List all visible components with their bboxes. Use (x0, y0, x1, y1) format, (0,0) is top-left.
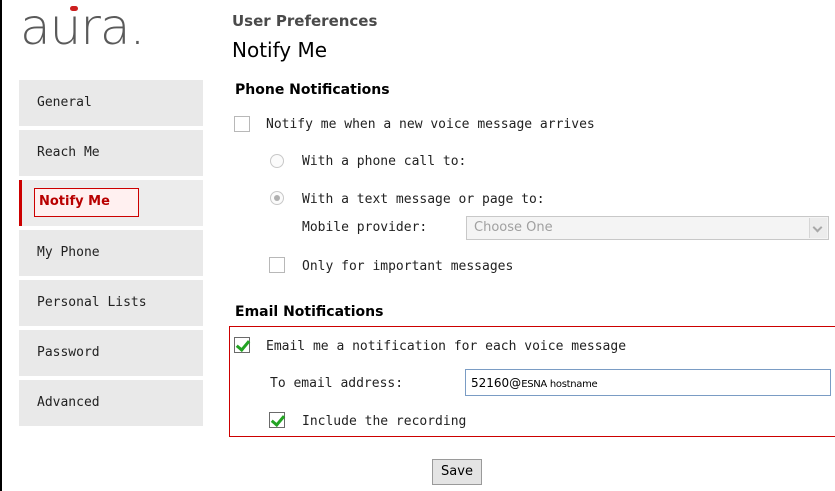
sidebar-item-label: Notify Me (39, 194, 110, 209)
mobile-provider-value: Choose One (474, 220, 553, 235)
sidebar-item-label: General (37, 95, 92, 110)
sidebar-item-label: Advanced (37, 395, 100, 410)
page-title: Notify Me (232, 38, 328, 62)
phone-notifications-heading: Phone Notifications (235, 82, 390, 98)
email-address-input[interactable]: 52160@ESNA hostname (465, 369, 831, 396)
email-address-host: ESNA hostname (521, 379, 598, 390)
sidebar-item-my-phone[interactable]: My Phone (19, 230, 203, 276)
mobile-provider-select[interactable]: Choose One (466, 216, 829, 240)
aura-logo: aura. (20, 0, 190, 62)
page-subtitle: User Preferences (232, 12, 378, 30)
active-indicator (19, 180, 22, 226)
text-message-radio[interactable] (270, 191, 284, 205)
important-only-checkbox[interactable] (269, 257, 285, 273)
window-left-border (0, 0, 2, 491)
sidebar-item-label: My Phone (37, 245, 100, 260)
sidebar-item-advanced[interactable]: Advanced (19, 380, 203, 426)
sidebar-item-label: Reach Me (37, 145, 100, 160)
notify-voice-message-checkbox[interactable] (234, 116, 250, 132)
logo-accent-dot (70, 6, 78, 11)
sidebar-item-label: Personal Lists (37, 295, 147, 310)
notify-voice-message-label: Notify me when a new voice message arriv… (266, 117, 595, 132)
sidebar-item-general[interactable]: General (19, 80, 203, 126)
sidebar-item-notify-me[interactable]: Notify Me (19, 180, 203, 226)
email-address-label: To email address: (270, 376, 404, 391)
save-button-label: Save (441, 464, 473, 479)
important-only-label: Only for important messages (302, 259, 514, 274)
email-address-value: 52160@ESNA hostname (471, 376, 598, 390)
email-notifications-heading: Email Notifications (235, 304, 384, 320)
sidebar-item-reach-me[interactable]: Reach Me (19, 130, 203, 176)
phone-call-radio[interactable] (270, 154, 284, 168)
email-notification-checkbox[interactable] (234, 337, 250, 353)
phone-call-label: With a phone call to: (302, 154, 467, 169)
email-notification-label: Email me a notification for each voice m… (266, 339, 627, 354)
email-address-user: 52160@ (471, 376, 522, 390)
include-recording-checkbox[interactable] (269, 412, 285, 428)
save-button[interactable]: Save (432, 459, 482, 485)
include-recording-label: Include the recording (302, 414, 467, 429)
chevron-down-icon (809, 218, 827, 238)
mobile-provider-label: Mobile provider: (302, 220, 428, 235)
sidebar-item-password[interactable]: Password (19, 330, 203, 376)
sidebar-item-personal-lists[interactable]: Personal Lists (19, 280, 203, 326)
sidebar-nav: General Reach Me Notify Me My Phone Pers… (19, 80, 203, 430)
sidebar-item-label: Password (37, 345, 100, 360)
logo-text: aura. (20, 0, 145, 56)
text-message-label: With a text message or page to: (302, 192, 545, 207)
